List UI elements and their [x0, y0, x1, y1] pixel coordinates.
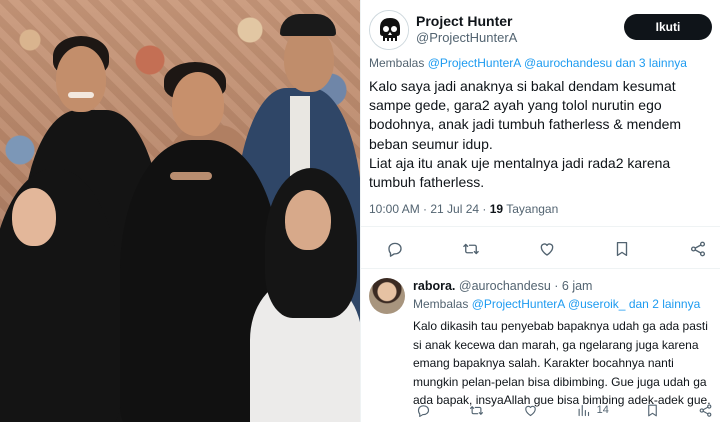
- retweet-icon[interactable]: [467, 400, 487, 420]
- replying-to-line: Membalas @ProjectHunterA @aurochandesu d…: [369, 55, 712, 71]
- group-photo: [0, 0, 360, 422]
- main-tweet-actions: [385, 238, 708, 260]
- like-icon[interactable]: [537, 239, 557, 259]
- reply-icon[interactable]: [385, 239, 405, 259]
- reply-author-handle[interactable]: @aurochandesu · 6 jam: [459, 279, 593, 293]
- reply-author-name[interactable]: rabora.: [413, 279, 455, 293]
- tweet-panel: Project Hunter @ProjectHunterA Ikuti Mem…: [360, 0, 720, 422]
- like-icon[interactable]: [520, 400, 540, 420]
- tweet-paragraph: Liat aja itu anak uje mentalnya jadi rad…: [369, 154, 671, 191]
- mention-link[interactable]: @aurochandesu: [524, 56, 612, 70]
- mention-link[interactable]: @ProjectHunterA: [428, 56, 521, 70]
- reply-views[interactable]: 14: [574, 400, 609, 420]
- author-handle[interactable]: @ProjectHunterA: [416, 30, 517, 45]
- reply-views-count: 14: [596, 404, 609, 416]
- reply-text: Kalo dikasih tau penyebab bapaknya udah …: [413, 319, 711, 408]
- divider: [361, 268, 720, 269]
- others-link[interactable]: 3 lainnya: [639, 56, 687, 70]
- reply-icon[interactable]: [413, 400, 433, 420]
- share-icon[interactable]: [696, 400, 716, 420]
- main-tweet-header: Project Hunter @ProjectHunterA Ikuti: [369, 10, 712, 50]
- divider: [361, 226, 720, 227]
- tweet-timestamp[interactable]: 10:00 AM · 21 Jul 24 ·: [369, 202, 486, 216]
- views-label: Tayangan: [506, 202, 559, 216]
- tweet-text: Kalo saya jadi anaknya si bakal dendam k…: [369, 77, 714, 192]
- avatar[interactable]: [369, 10, 409, 50]
- views-count: 19: [489, 202, 504, 216]
- reply-header: rabora. @aurochandesu · 6 jam: [413, 279, 592, 293]
- tweet-meta: 10:00 AM · 21 Jul 24 · 19 Tayangan: [369, 202, 558, 216]
- replying-to-label: Membalas: [369, 56, 425, 70]
- mention-link[interactable]: @useroik_: [568, 297, 626, 311]
- mention-link[interactable]: @ProjectHunterA: [472, 297, 565, 311]
- analytics-icon: [574, 400, 594, 420]
- reply-replying-to-line: Membalas @ProjectHunterA @useroik_ dan 2…: [413, 296, 712, 312]
- reply-actions: 14: [413, 401, 716, 419]
- replying-to-label: Membalas: [413, 297, 469, 311]
- author-name[interactable]: Project Hunter: [416, 13, 512, 29]
- bookmark-icon[interactable]: [642, 400, 662, 420]
- others-link[interactable]: 2 lainnya: [652, 297, 700, 311]
- follow-button[interactable]: Ikuti: [624, 14, 712, 40]
- retweet-icon[interactable]: [461, 239, 481, 259]
- tweet-paragraph: Kalo saya jadi anaknya si bakal dendam k…: [369, 78, 682, 152]
- mention-joiner: dan: [615, 56, 636, 70]
- bookmark-icon[interactable]: [612, 239, 632, 259]
- skull-logo-icon: [370, 11, 408, 49]
- mention-joiner: dan: [628, 297, 649, 311]
- share-icon[interactable]: [688, 239, 708, 259]
- reply-avatar[interactable]: [369, 278, 405, 314]
